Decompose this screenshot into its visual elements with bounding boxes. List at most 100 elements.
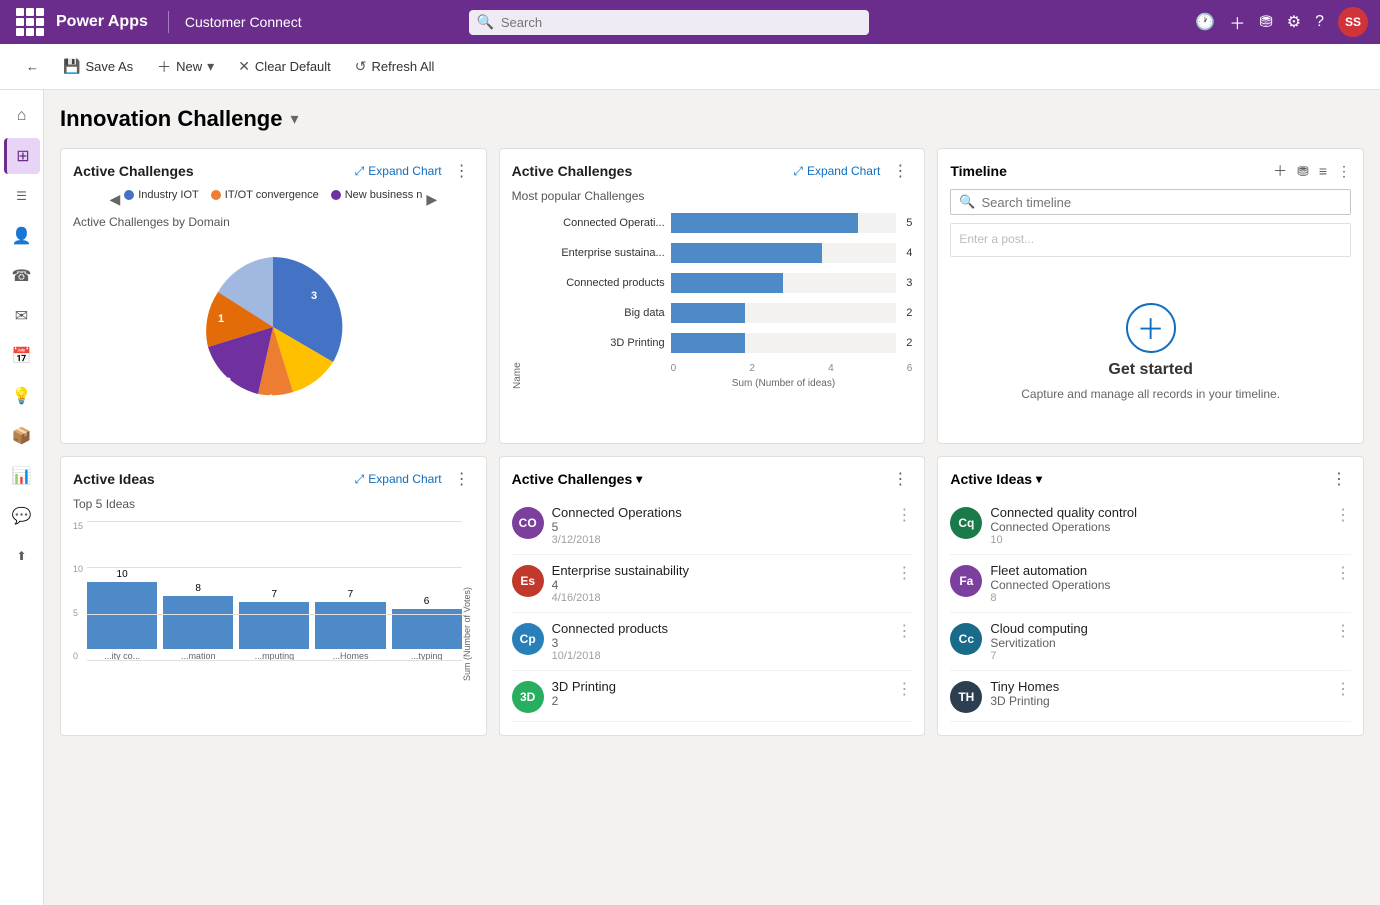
challenges-list-chevron[interactable]: ▾ (636, 472, 642, 486)
idea-more-2[interactable]: ⋮ (1335, 621, 1351, 641)
back-button[interactable]: ← (16, 54, 49, 79)
challenge-more-0[interactable]: ⋮ (896, 505, 912, 525)
more-btn-ideas-chart[interactable]: ⋮ (450, 469, 474, 489)
challenge-name-3: 3D Printing (552, 679, 889, 694)
v-bar-col-2: 7 ...mputing (239, 589, 309, 661)
y-tick-5: 5 (73, 608, 83, 618)
challenge-content-3: 3D Printing 2 (552, 679, 889, 708)
clear-icon: ✕ (238, 58, 250, 75)
legend-dot-0 (124, 190, 134, 200)
expand-chart-bar-button[interactable]: ⤢ Expand Chart (793, 164, 880, 179)
legend-item-2: New business n (331, 189, 423, 201)
y-tick-10: 10 (73, 564, 83, 574)
clock-icon[interactable]: 🕐 (1195, 12, 1215, 32)
idea-list-item-1: Fa Fleet automation Connected Operations… (950, 555, 1351, 613)
filter-icon[interactable]: ⛃ (1259, 12, 1272, 32)
expand-chart-ideas-button[interactable]: ⤢ Expand Chart (355, 472, 442, 487)
nav-item-reports[interactable]: 📊 (4, 458, 40, 494)
idea-more-1[interactable]: ⋮ (1335, 563, 1351, 583)
nav-item-products[interactable]: 📦 (4, 418, 40, 454)
challenge-more-2[interactable]: ⋮ (896, 621, 912, 641)
pie-svg: 3 2 1 2 1 (163, 237, 383, 417)
nav-item-ideas[interactable]: 💡 (4, 378, 40, 414)
top-nav: Power Apps Customer Connect 🔍 🕐 ＋ ⛃ ⚙ ? … (0, 0, 1380, 44)
new-button[interactable]: ＋ New ▾ (147, 52, 224, 82)
timeline-search: 🔍 (950, 189, 1351, 215)
panel-header-challenges-list: Active Challenges ▾ ⋮ (512, 469, 913, 489)
bar-val-1: 4 (906, 247, 912, 259)
challenge-name-1: Enterprise sustainability (552, 563, 889, 578)
more-btn-bar[interactable]: ⋮ (888, 161, 912, 181)
idea-count-0: 10 (990, 534, 1327, 546)
search-input[interactable] (469, 10, 869, 35)
v-bar-val-1: 8 (195, 583, 201, 594)
clear-default-button[interactable]: ✕ Clear Default (228, 53, 341, 80)
nav-item-chat[interactable]: 💬 (4, 498, 40, 534)
nav-item-email[interactable]: ✉ (4, 298, 40, 334)
legend-label-0: Industry IOT (138, 189, 199, 201)
bar-label-1: Enterprise sustaina... (535, 247, 665, 259)
bar-val-3: 2 (906, 307, 912, 319)
save-as-button[interactable]: 💾 Save As (53, 53, 143, 80)
idea-name-1: Fleet automation (990, 563, 1327, 578)
nav-item-calls[interactable]: ☎ (4, 258, 40, 294)
idea-content-2: Cloud computing Servitization 7 (990, 621, 1327, 662)
app-menu-button[interactable] (12, 4, 48, 40)
ideas-list-scroll[interactable]: Cq Connected quality control Connected O… (950, 497, 1351, 722)
v-bar-chart-wrapper: 15 10 5 0 10 (73, 521, 474, 681)
pie-next-btn[interactable]: ▶ (426, 191, 437, 208)
nav-item-upload[interactable]: ⬆ (4, 538, 40, 574)
timeline-more-icon[interactable]: ⋮ (1337, 163, 1351, 180)
get-started-title: Get started (1108, 361, 1192, 379)
more-btn-pie[interactable]: ⋮ (450, 161, 474, 181)
challenge-more-1[interactable]: ⋮ (896, 563, 912, 583)
timeline-search-input[interactable] (982, 195, 1342, 210)
plus-icon[interactable]: ＋ (1229, 10, 1245, 34)
more-btn-challenges-list[interactable]: ⋮ (888, 469, 912, 489)
nav-item-home[interactable]: ⌂ (4, 98, 40, 134)
tick-6: 6 (907, 363, 913, 374)
bar-x-axis-label: Sum (Number of ideas) (535, 378, 913, 389)
challenge-count-2: 3 (552, 636, 889, 650)
bar-fill-2 (671, 273, 784, 293)
v-bar-val-2: 7 (272, 589, 278, 600)
help-icon[interactable]: ? (1315, 13, 1324, 31)
y-tick-0: 0 (73, 651, 83, 661)
idea-content-0: Connected quality control Connected Oper… (990, 505, 1327, 546)
user-avatar[interactable]: SS (1338, 7, 1368, 37)
ideas-list-title-row: Active Ideas ▾ (950, 471, 1042, 487)
timeline-post-area[interactable]: Enter a post... (950, 223, 1351, 257)
nav-item-contacts[interactable]: 👤 (4, 218, 40, 254)
legend-item-1: IT/OT convergence (211, 189, 319, 201)
timeline-filter-icon[interactable]: ⛃ (1297, 163, 1309, 180)
refresh-all-button[interactable]: ↺ Refresh All (345, 53, 445, 80)
v-bar-xlabel-2: ...mputing (239, 651, 309, 661)
challenge-more-3[interactable]: ⋮ (896, 679, 912, 699)
timeline-columns-icon[interactable]: ≡ (1319, 163, 1327, 179)
idea-more-3[interactable]: ⋮ (1335, 679, 1351, 699)
pie-subtitle-row: ◀ Industry IOT IT/OT convergence (109, 189, 437, 209)
timeline-header: Timeline ＋ ⛃ ≡ ⋮ (950, 161, 1351, 181)
pie-label-2b: 2 (225, 376, 231, 388)
nav-item-dashboard[interactable]: ⊞ (4, 138, 40, 174)
expand-chart-pie-button[interactable]: ⤢ Expand Chart (355, 164, 442, 179)
panel-active-ideas-list: Active Ideas ▾ ⋮ Cq Connected quality co… (937, 456, 1364, 736)
idea-more-0[interactable]: ⋮ (1335, 505, 1351, 525)
panel-timeline: Timeline ＋ ⛃ ≡ ⋮ 🔍 Enter a post... (937, 148, 1364, 444)
pie-prev-btn[interactable]: ◀ (109, 191, 120, 208)
challenge-list-item-2: Cp Connected products 3 10/1/2018 ⋮ (512, 613, 913, 671)
nav-item-records[interactable]: ☰ (4, 178, 40, 214)
page-title-chevron[interactable]: ▾ (290, 109, 298, 129)
challenge-list-item-3: 3D 3D Printing 2 ⋮ (512, 671, 913, 722)
challenges-list-scroll[interactable]: CO Connected Operations 5 3/12/2018 ⋮ Es (512, 497, 913, 722)
v-bar-col-0: 10 ...ity co... (87, 569, 157, 661)
challenge-count-3: 2 (552, 694, 889, 708)
more-btn-ideas-list[interactable]: ⋮ (1327, 469, 1351, 489)
nav-item-calendar[interactable]: 📅 (4, 338, 40, 374)
ideas-chart-subtitle: Top 5 Ideas (73, 497, 474, 511)
bar-fill-4 (671, 333, 745, 353)
settings-icon[interactable]: ⚙ (1287, 12, 1301, 32)
ideas-list-chevron[interactable]: ▾ (1036, 472, 1042, 486)
timeline-add-icon[interactable]: ＋ (1273, 161, 1287, 181)
v-bar-val-4: 6 (424, 596, 430, 607)
